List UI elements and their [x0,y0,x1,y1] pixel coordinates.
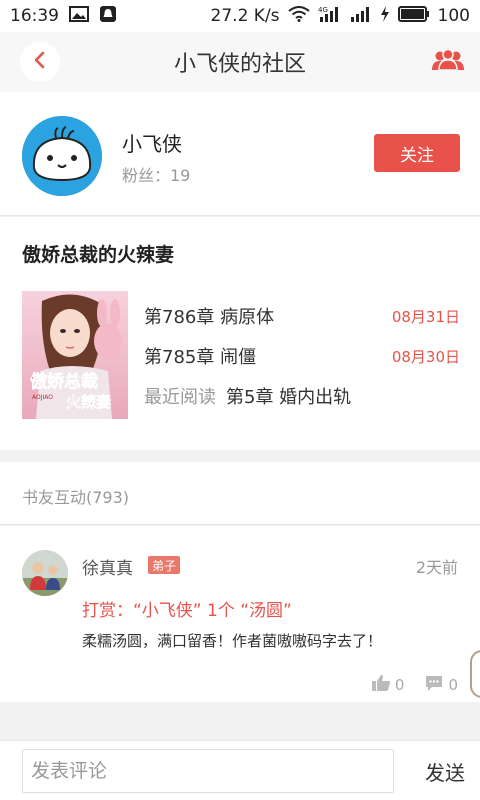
book-title[interactable]: 傲娇总裁的火辣妻 [22,240,174,267]
commenter-avatar[interactable] [22,550,68,596]
chapter-row[interactable]: 第786章 病原体 08月31日 [144,301,460,331]
profile-card: 小飞侠 粉丝：19 关注 [0,92,480,216]
book-cover[interactable]: 傲娇总裁 AOJIAO 火辣妻 [22,291,128,419]
recent-read-row[interactable]: 最近阅读 第5章 婚内出轨 [144,381,460,411]
divider [0,450,480,462]
follow-button[interactable]: 关注 [374,134,460,172]
cover-subtitle: AOJIAO [32,394,53,401]
commenter-name[interactable]: 徐真真 [82,554,133,579]
like-button[interactable]: 0 [371,674,405,696]
notification-icon [99,5,117,28]
comment-input[interactable] [22,749,394,793]
signal-4g-icon: 4G [318,5,342,28]
chevron-left-icon [33,51,47,73]
back-button[interactable] [20,42,60,82]
battery-icon [397,5,430,27]
side-drawer-handle[interactable] [470,650,480,698]
network-speed: 27.2 K/s [210,6,280,26]
interaction-count-label: 书友互动(793) [22,488,130,507]
network-label: 4G [318,6,328,14]
status-bar: 16:39 27.2 K/s 4G 100 [0,0,480,32]
image-icon [69,5,89,27]
divider [0,702,480,740]
chapter-name: 第786章 病原体 [144,307,275,328]
comment-text: 柔糯汤圆，满口留香！作者菌嗷嗷码字去了！ [82,632,383,650]
cover-title-2: 火辣妻 [66,393,111,411]
reply-button[interactable]: 0 [424,674,458,696]
chapter-name: 第785章 闹僵 [144,347,257,368]
comment-input-bar: 发送 [0,740,480,800]
charging-icon [380,5,390,27]
status-time: 16:39 [10,6,59,26]
thumbs-up-icon [371,674,391,696]
community-members-button[interactable] [430,48,466,76]
recent-read-label: 最近阅读 [144,387,216,408]
fans-count: 粉丝：19 [122,166,191,185]
like-count: 0 [394,676,405,694]
wifi-icon [287,5,310,27]
user-badge: 弟子 [148,556,181,574]
chapter-date: 08月30日 [391,347,460,366]
group-icon [431,48,465,75]
page-title: 小飞侠的社区 [173,52,306,77]
send-button[interactable]: 发送 [412,749,478,793]
book-section: 傲娇总裁的火辣妻 傲娇总裁 AOJIAO 火辣妻 第786章 病原体 08月31… [0,217,480,450]
reply-count: 0 [448,676,458,694]
comment-actions: 0 0 [371,674,458,696]
comment-icon [424,674,444,696]
interaction-header: 书友互动(793) [0,462,480,525]
comment-time: 2天前 [415,558,458,577]
chapter-row[interactable]: 第785章 闹僵 08月30日 [144,341,460,371]
comment-item: 徐真真 弟子 2天前 打赏：“小飞侠” 1个 “汤圆” 柔糯汤圆，满口留香！作者… [0,526,480,702]
reward-text: 打赏：“小飞侠” 1个 “汤圆” [82,601,292,621]
avatar[interactable] [22,116,102,196]
signal-icon [350,5,372,28]
user-name: 小飞侠 [122,132,182,156]
chapter-date: 08月31日 [391,307,460,326]
header: 小飞侠的社区 [0,32,480,92]
recent-chapter: 第5章 婚内出轨 [226,387,352,408]
battery-level: 100 [437,6,470,26]
cartoon-face-icon [22,116,102,196]
cover-title: 傲娇总裁 [30,371,98,392]
